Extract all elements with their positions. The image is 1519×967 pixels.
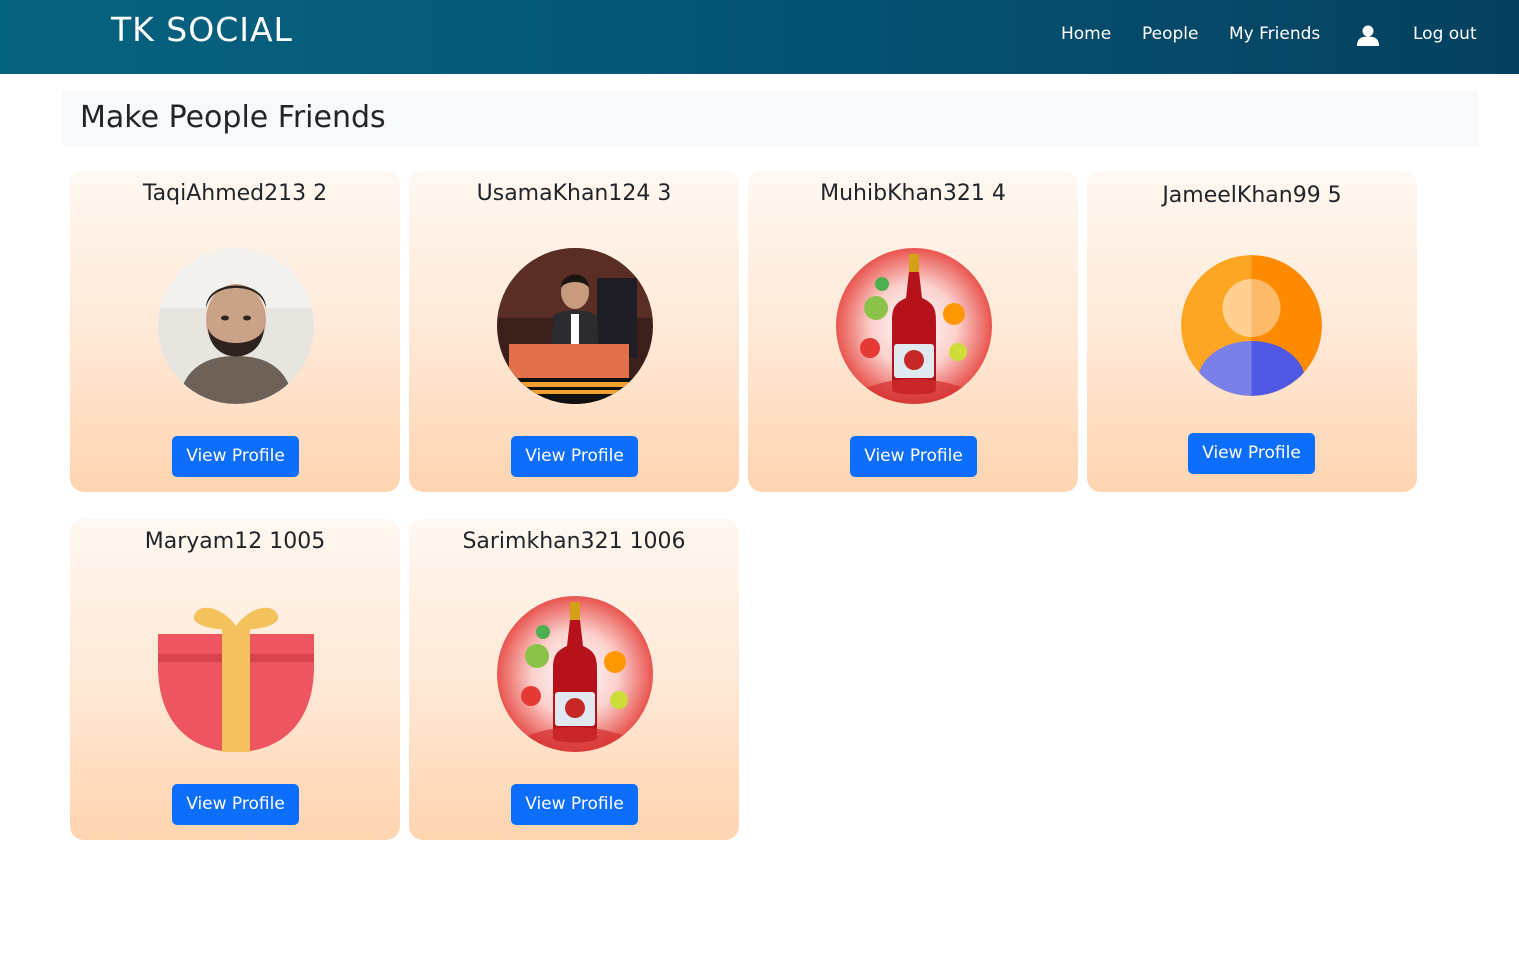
view-profile-button[interactable]: View Profile <box>172 784 299 825</box>
nav-home[interactable]: Home <box>1061 22 1111 46</box>
person-name: UsamaKhan124 3 <box>476 181 672 206</box>
view-profile-button[interactable]: View Profile <box>850 436 977 477</box>
heading-bar: Make People Friends <box>62 91 1478 146</box>
navbar: TK SOCIAL Home People My Friends Log out <box>0 0 1519 74</box>
gift-icon <box>158 596 314 752</box>
default-avatar-icon <box>1181 255 1322 396</box>
person-card: TaqiAhmed213 2 View Profile <box>70 171 400 492</box>
view-profile-button[interactable]: View Profile <box>511 784 638 825</box>
person-name: Sarimkhan321 1006 <box>462 529 686 554</box>
view-profile-button[interactable]: View Profile <box>511 436 638 477</box>
profile-photo-bottle <box>836 248 992 404</box>
person-name: Maryam12 1005 <box>144 529 326 554</box>
person-name: TaqiAhmed213 2 <box>142 181 328 206</box>
view-profile-button[interactable]: View Profile <box>1188 433 1315 474</box>
nav-logout[interactable]: Log out <box>1413 22 1477 46</box>
user-icon[interactable] <box>1356 24 1380 46</box>
nav-people[interactable]: People <box>1142 22 1198 46</box>
person-name: MuhibKhan321 4 <box>820 181 1006 206</box>
page-title: Make People Friends <box>80 100 386 135</box>
person-card: Maryam12 1005 View Profile <box>70 519 400 840</box>
view-profile-button[interactable]: View Profile <box>172 436 299 477</box>
profile-photo-speaker <box>497 248 653 404</box>
profile-photo-man <box>158 248 314 404</box>
nav-my-friends[interactable]: My Friends <box>1229 22 1320 46</box>
brand-logo[interactable]: TK SOCIAL <box>111 10 293 50</box>
profile-photo-bottle <box>497 596 653 752</box>
person-name: JameelKhan99 5 <box>1162 183 1342 208</box>
person-card: UsamaKhan124 3 View Profile <box>409 171 739 492</box>
person-card: MuhibKhan321 4 View Profile <box>748 171 1078 492</box>
person-card: JameelKhan99 5 View Profile <box>1087 171 1417 492</box>
person-card: Sarimkhan321 1006 View Profile <box>409 519 739 840</box>
